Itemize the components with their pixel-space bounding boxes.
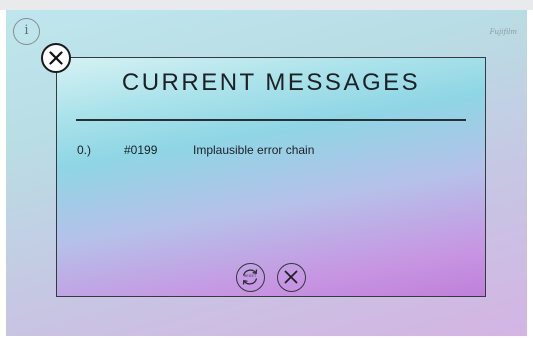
info-icon: i	[24, 23, 29, 38]
close-dialog-button[interactable]	[277, 263, 306, 292]
close-icon	[284, 270, 298, 284]
messages-dialog: CURRENT MESSAGES 0.) #0199 Implausible e…	[56, 57, 486, 297]
brand-logo: Fujifilm	[489, 28, 517, 36]
close-icon	[49, 51, 63, 65]
dialog-title: CURRENT MESSAGES	[121, 69, 421, 96]
reset-label: RESET	[243, 274, 257, 278]
title-divider	[76, 119, 466, 121]
message-text: Implausible error chain	[193, 143, 315, 157]
reset-button[interactable]: RESET	[236, 263, 265, 292]
window-top-bar	[0, 0, 533, 10]
message-index: 0.)	[77, 143, 92, 157]
corner-close-button[interactable]	[41, 43, 71, 73]
info-button[interactable]: i	[13, 18, 40, 45]
message-code: #0199	[124, 143, 158, 157]
